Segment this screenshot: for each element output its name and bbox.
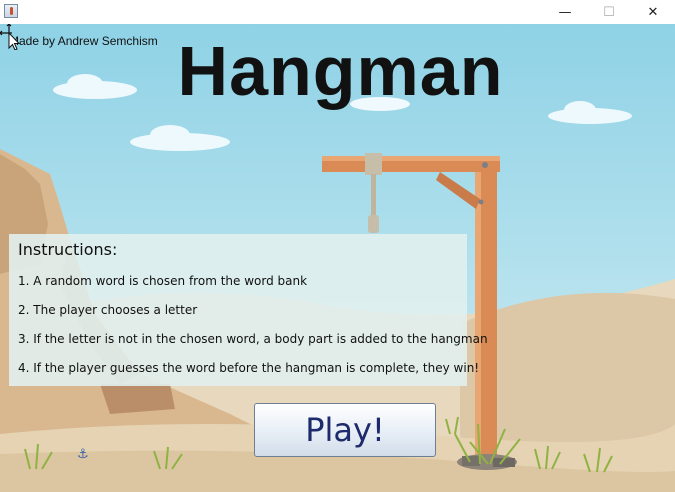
instruction-step: 1. A random word is chosen from the word… xyxy=(18,274,308,288)
play-button[interactable]: Play! xyxy=(254,403,436,457)
close-button[interactable]: ✕ xyxy=(630,0,675,24)
window-titlebar[interactable]: — ☐ ✕ xyxy=(0,0,675,24)
instruction-step: 2. The player chooses a letter xyxy=(18,303,198,317)
close-icon: ✕ xyxy=(647,4,659,20)
anchor-icon: ⚓ xyxy=(77,447,89,462)
instruction-step: 4. If the player guesses the word before… xyxy=(18,361,480,375)
app-icon xyxy=(4,4,18,18)
minimize-button[interactable]: — xyxy=(542,0,588,24)
move-cursor-icon xyxy=(0,24,21,50)
minimize-icon: — xyxy=(558,4,572,20)
instruction-step: 3. If the letter is not in the chosen wo… xyxy=(18,332,488,346)
instructions-heading: Instructions: xyxy=(18,240,118,259)
maximize-icon: ☐ xyxy=(603,4,615,20)
instructions-panel: Instructions: 1. A random word is chosen… xyxy=(9,234,488,386)
maximize-button[interactable]: ☐ xyxy=(586,0,632,24)
game-title: Hangman xyxy=(177,32,504,110)
